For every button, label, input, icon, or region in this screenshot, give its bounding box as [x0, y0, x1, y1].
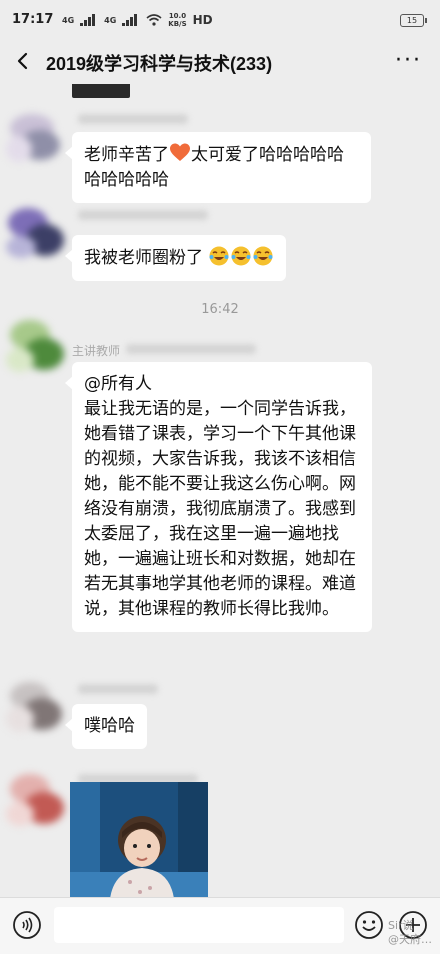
mention-text: @所有人: [84, 374, 152, 394]
signal-icon-2: [122, 14, 140, 26]
message-text: 最让我无语的是，一个同学告诉我，她看错了课表，学习一个下午其他课的视频，大家告诉…: [84, 399, 356, 619]
hd-badge: HD: [192, 13, 213, 27]
photo-message[interactable]: [70, 782, 208, 897]
avatar[interactable]: [6, 202, 68, 264]
status-time: 17:17: [12, 12, 54, 27]
sender-name-blurred: [78, 114, 188, 124]
emoji-icon[interactable]: [354, 910, 384, 940]
network-speed: 10.0 KB/S: [168, 12, 186, 28]
laugh-cry-icon: [231, 246, 251, 266]
status-bar: 17:17 4G 4G 10.0 KB/S HD 15: [0, 0, 440, 40]
back-icon[interactable]: [14, 52, 32, 70]
input-bar: [0, 897, 440, 954]
message-text: 我被老师圈粉了: [84, 248, 203, 268]
watermark: Sir说 @天府…: [388, 919, 432, 947]
speed-unit: KB/S: [168, 20, 187, 28]
network-label-1: 4G: [62, 15, 75, 25]
sender-name-blurred: [126, 344, 256, 354]
message-bubble[interactable]: 老师辛苦了 太可爱了哈哈哈哈哈哈哈哈哈哈: [65, 132, 371, 203]
avatar[interactable]: [6, 316, 68, 378]
signal-icon: [80, 14, 98, 26]
heart-icon: [170, 143, 190, 161]
speed-value: 10.0: [168, 12, 187, 20]
title-bar: 2019级学习科学与技术(233) ···: [0, 40, 440, 84]
voice-icon[interactable]: [12, 910, 42, 940]
message-input[interactable]: [54, 907, 344, 943]
status-icons: 4G 4G 10.0 KB/S HD: [62, 12, 213, 28]
message-text: 噗哈哈: [84, 716, 135, 736]
network-label-2: 4G: [104, 15, 117, 25]
chat-title: 2019级学习科学与技术(233): [46, 54, 273, 74]
message-bubble[interactable]: 我被老师圈粉了: [64, 235, 287, 281]
child-photo-image: [70, 782, 208, 897]
sender-name-blurred: [78, 684, 158, 694]
avatar[interactable]: [6, 676, 68, 738]
message-bubble[interactable]: 噗哈哈: [65, 704, 147, 749]
watermark-line-1: Sir说: [388, 919, 414, 932]
watermark-line-2: @天府…: [388, 933, 432, 946]
sender-name: 主讲教师: [72, 344, 121, 358]
chat-area[interactable]: 老师辛苦了 太可爱了哈哈哈哈哈哈哈哈哈哈 我被老师圈粉了 16:42 主讲教师 @…: [0, 84, 440, 897]
laugh-cry-icon: [209, 246, 229, 266]
more-icon[interactable]: ···: [395, 50, 422, 72]
battery-icon: 15: [400, 14, 427, 27]
wifi-icon: [146, 14, 162, 26]
timestamp: 16:42: [201, 302, 239, 317]
avatar[interactable]: [6, 770, 68, 832]
previous-image-message[interactable]: [72, 84, 130, 98]
message-text: 老师辛苦了: [84, 145, 169, 165]
avatar[interactable]: [6, 106, 68, 168]
sender-name-blurred: [78, 210, 208, 220]
laugh-cry-icon: [253, 246, 273, 266]
message-bubble[interactable]: @所有人 最让我无语的是，一个同学告诉我，她看错了课表，学习一个下午其他课的视频…: [65, 362, 372, 632]
